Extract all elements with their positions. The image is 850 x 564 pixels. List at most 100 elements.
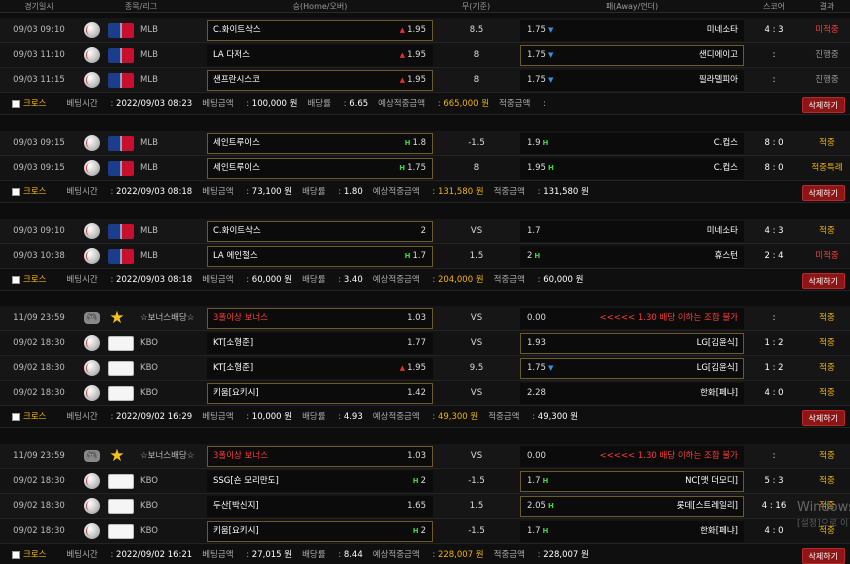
score: 2 : 4	[764, 251, 784, 261]
home-odds-button[interactable]: 샌프란시스코 ▲ 1.95	[207, 70, 433, 91]
hit-label: 적중금액	[488, 412, 520, 422]
match-time: 09/03 11:10	[13, 50, 65, 60]
home-odds-button[interactable]: 키움[요키시] H 2	[207, 521, 433, 542]
delete-button[interactable]: 삭제하기	[801, 185, 845, 201]
draw-line[interactable]: 1.5	[433, 244, 520, 268]
bet-time-label: 베팅시간	[66, 99, 98, 109]
delete-button[interactable]: 삭제하기	[801, 97, 845, 113]
home-odds-button[interactable]: 세인트루이스 H 1.75	[207, 158, 433, 179]
home-team: 3폴이상 보너스	[213, 313, 269, 323]
away-odds-button[interactable]: 2.28 한화[페냐]	[520, 383, 744, 404]
home-odds: 1.77	[407, 334, 426, 353]
home-odds-value: 1.77	[407, 338, 426, 348]
home-odds-button[interactable]: 두산[박신지] 1.65	[207, 496, 433, 517]
home-team: C.화이트삭스	[213, 25, 261, 35]
select-checkbox[interactable]	[12, 276, 20, 284]
away-odds-button[interactable]: 1.9 H C.컵스	[520, 133, 744, 154]
delete-button[interactable]: 삭제하기	[801, 273, 845, 289]
home-odds-button[interactable]: C.화이트삭스 ▲ 1.95	[207, 20, 433, 41]
away-odds-button[interactable]: 1.75 ▼ 필라델피아	[520, 70, 744, 91]
away-odds-value: 1.7	[527, 476, 541, 486]
delete-button[interactable]: 삭제하기	[801, 410, 845, 426]
select-checkbox[interactable]	[12, 551, 20, 559]
home-odds-button[interactable]: 3폴이상 보너스 1.03	[207, 446, 433, 467]
draw-line[interactable]: VS	[433, 219, 520, 243]
away-odds-button[interactable]: 1.75 ▼ LG[김윤식]	[520, 358, 744, 379]
draw-line[interactable]: 8.5	[433, 18, 520, 42]
away-odds-button[interactable]: 2 H 휴스턴	[520, 246, 744, 267]
draw-line[interactable]: -1.5	[433, 519, 520, 543]
bet-slip: 09/03 09:15 MLB 세인트루이스 H 1.8 -1.5 1.9 H C.컵스 8 : …	[0, 131, 850, 203]
away-odds-button[interactable]: 0.00 <<<<< 1.30 배당 이하는 조합 불가	[520, 446, 744, 467]
expected-value: 131,580 원	[437, 187, 484, 197]
league-name: KBO	[140, 526, 158, 536]
home-odds-button[interactable]: 키움[요키시] 1.42	[207, 383, 433, 404]
league-name: KBO	[140, 363, 158, 373]
home-team: 샌프란시스코	[213, 75, 260, 85]
select-checkbox[interactable]	[12, 100, 20, 108]
away-odds-button[interactable]: 1.93 LG[김윤식]	[520, 333, 744, 354]
draw-line[interactable]: VS	[433, 306, 520, 330]
draw-line[interactable]: 8	[433, 68, 520, 92]
result-status: 적중	[819, 476, 835, 486]
home-team: C.화이트삭스	[213, 226, 261, 236]
away-odds-button[interactable]: 1.95 H C.컵스	[520, 158, 744, 179]
home-odds-button[interactable]: LA 에인절스 H 1.7	[207, 246, 433, 267]
draw-line[interactable]: VS	[433, 444, 520, 468]
away-odds-button[interactable]: 1.7 H NC[맷 더모디]	[520, 471, 744, 492]
result-status: 진행중	[815, 75, 839, 85]
table-header: 경기일시 종목/리그 승(Home/오버) 무(기준) 패(Away/언더) 스…	[0, 0, 850, 13]
score: :	[772, 50, 776, 60]
hit-value: 131,580 원	[543, 187, 589, 197]
draw-line[interactable]: 1.5	[433, 494, 520, 518]
home-odds-value: 2	[420, 226, 426, 236]
away-odds: 1.9 H	[527, 134, 548, 153]
delete-button[interactable]: 삭제하기	[801, 548, 845, 564]
summary-text: 크로스 베팅시간 : 2022/09/02 16:21 베팅금액 : 27,015 …	[23, 550, 589, 560]
home-odds-button[interactable]: SSG[숀 모리만도] H 2	[207, 471, 433, 492]
home-odds-button[interactable]: 세인트루이스 H 1.8	[207, 133, 433, 154]
draw-line[interactable]: VS	[433, 331, 520, 355]
away-odds: 1.75 ▼	[527, 359, 553, 378]
away-odds-button[interactable]: 1.75 ▼ 샌디에이고	[520, 45, 744, 66]
draw-line[interactable]: 8	[433, 43, 520, 67]
away-odds-button[interactable]: 1.7 H 한화[페냐]	[520, 521, 744, 542]
home-odds-button[interactable]: C.화이트삭스 2	[207, 221, 433, 242]
draw-line[interactable]: -1.5	[433, 469, 520, 493]
header-home: 승(Home/오버)	[292, 2, 348, 11]
match-time: 09/02 18:30	[13, 501, 65, 511]
away-odds-button[interactable]: 1.7 미네소타	[520, 221, 744, 242]
draw-line[interactable]: VS	[433, 381, 520, 405]
away-team: 한화[페냐]	[700, 388, 738, 398]
hit-label: 적중금액	[493, 550, 525, 560]
mlb-logo-icon	[108, 161, 134, 176]
away-odds-button[interactable]: 0.00 <<<<< 1.30 배당 이하는 조합 불가	[520, 308, 744, 329]
away-odds: 1.75 ▼	[527, 46, 553, 65]
bet-row: 09/03 09:10 MLB C.화이트삭스 ▲ 1.95 8.5 1.75 ▼ 미네소타 4 …	[0, 18, 850, 43]
home-odds-button[interactable]: LA 다저스 ▲ 1.95	[207, 45, 433, 66]
home-odds-button[interactable]: KT[소형준] 1.77	[207, 333, 433, 354]
league-name: KBO	[140, 501, 158, 511]
league-name: MLB	[140, 25, 158, 35]
draw-line[interactable]: 8	[433, 156, 520, 180]
bet-summary: 크로스 베팅시간 : 2022/09/02 16:29 베팅금액 : 10,000 …	[0, 406, 850, 428]
home-odds: H 1.7	[405, 247, 426, 266]
bet-amount-value: 100,000 원	[251, 99, 298, 109]
home-team: 키움[요키시]	[213, 388, 259, 398]
result-status: 진행중	[815, 50, 839, 60]
home-odds-button[interactable]: 3폴이상 보너스 1.03	[207, 308, 433, 329]
select-checkbox[interactable]	[12, 188, 20, 196]
league-name: KBO	[140, 476, 158, 486]
select-checkbox[interactable]	[12, 413, 20, 421]
score: :	[772, 75, 776, 85]
home-odds-button[interactable]: KT[소형준] ▲ 1.95	[207, 358, 433, 379]
odds-down-icon: ▼	[547, 364, 554, 372]
draw-line[interactable]: -1.5	[433, 131, 520, 155]
match-time: 09/03 09:10	[13, 226, 65, 236]
home-team: KT[소형준]	[213, 363, 254, 373]
match-time: 09/03 09:15	[13, 138, 65, 148]
away-odds-button[interactable]: 2.05 H 롯데[스트레일리]	[520, 496, 744, 517]
away-odds-button[interactable]: 1.75 ▼ 미네소타	[520, 20, 744, 41]
mlb-logo-icon	[108, 48, 134, 63]
draw-line[interactable]: 9.5	[433, 356, 520, 380]
